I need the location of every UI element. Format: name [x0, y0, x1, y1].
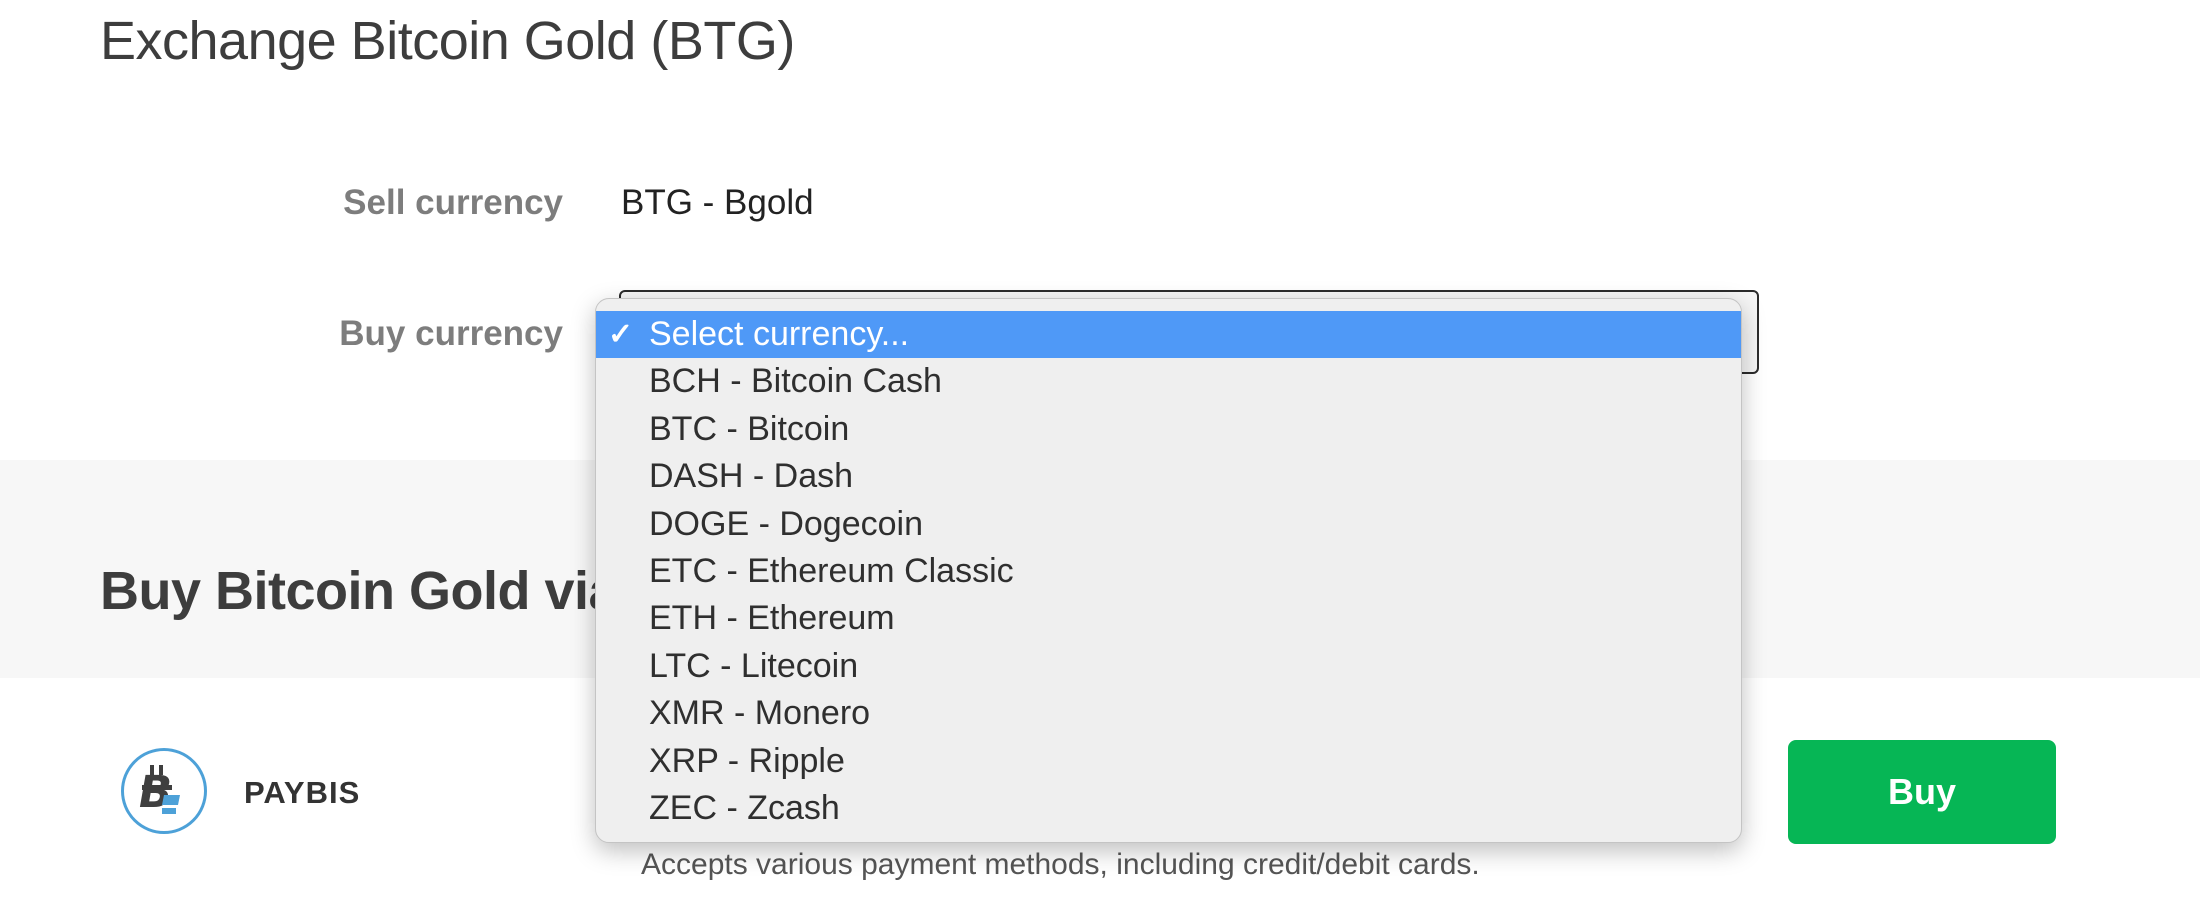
currency-option-label: BCH - Bitcoin Cash [649, 362, 942, 401]
currency-option[interactable]: DASH - Dash [596, 453, 1741, 500]
currency-option[interactable]: XMR - Monero [596, 690, 1741, 737]
bitcoin-gold-icon: B [134, 765, 180, 818]
section-title: Buy Bitcoin Gold via c [100, 561, 663, 621]
currency-option-label: LTC - Litecoin [649, 646, 859, 685]
check-icon: ✓ [608, 318, 634, 351]
buy-button[interactable]: Buy [1788, 740, 2056, 844]
page-title: Exchange Bitcoin Gold (BTG) [100, 11, 795, 71]
currency-option-label: DASH - Dash [649, 457, 854, 496]
sell-currency-label: Sell currency [343, 183, 563, 222]
currency-option[interactable]: ETC - Ethereum Classic [596, 548, 1741, 595]
currency-option-label: BTC - Bitcoin [649, 409, 850, 448]
provider-name: PAYBIS [244, 775, 361, 810]
sell-currency-value: BTG - Bgold [621, 183, 814, 222]
currency-option-label: ETC - Ethereum Classic [649, 551, 1014, 590]
currency-option[interactable]: ZEC - Zcash [596, 785, 1741, 832]
paybis-logo: B [121, 748, 207, 834]
currency-option[interactable]: XRP - Ripple [596, 738, 1741, 785]
currency-option[interactable]: BCH - Bitcoin Cash [596, 358, 1741, 405]
currency-option-label: Select currency... [649, 315, 910, 353]
currency-option[interactable]: DOGE - Dogecoin [596, 501, 1741, 548]
currency-option[interactable]: ✓ Select currency... [596, 311, 1741, 359]
currency-option-label: ZEC - Zcash [649, 788, 840, 827]
currency-option-label: XMR - Monero [649, 694, 871, 733]
currency-option-label: ETH - Ethereum [649, 599, 895, 638]
provider-description: Accepts various payment methods, includi… [641, 848, 1480, 881]
buy-currency-label: Buy currency [339, 314, 563, 353]
currency-option[interactable]: BTC - Bitcoin [596, 406, 1741, 453]
currency-dropdown-list[interactable]: ✓ Select currency... BCH - Bitcoin Cash … [595, 298, 1742, 843]
currency-option-label: DOGE - Dogecoin [649, 504, 923, 543]
currency-option-label: XRP - Ripple [649, 741, 845, 780]
currency-option[interactable]: LTC - Litecoin [596, 643, 1741, 690]
currency-option[interactable]: ETH - Ethereum [596, 595, 1741, 642]
